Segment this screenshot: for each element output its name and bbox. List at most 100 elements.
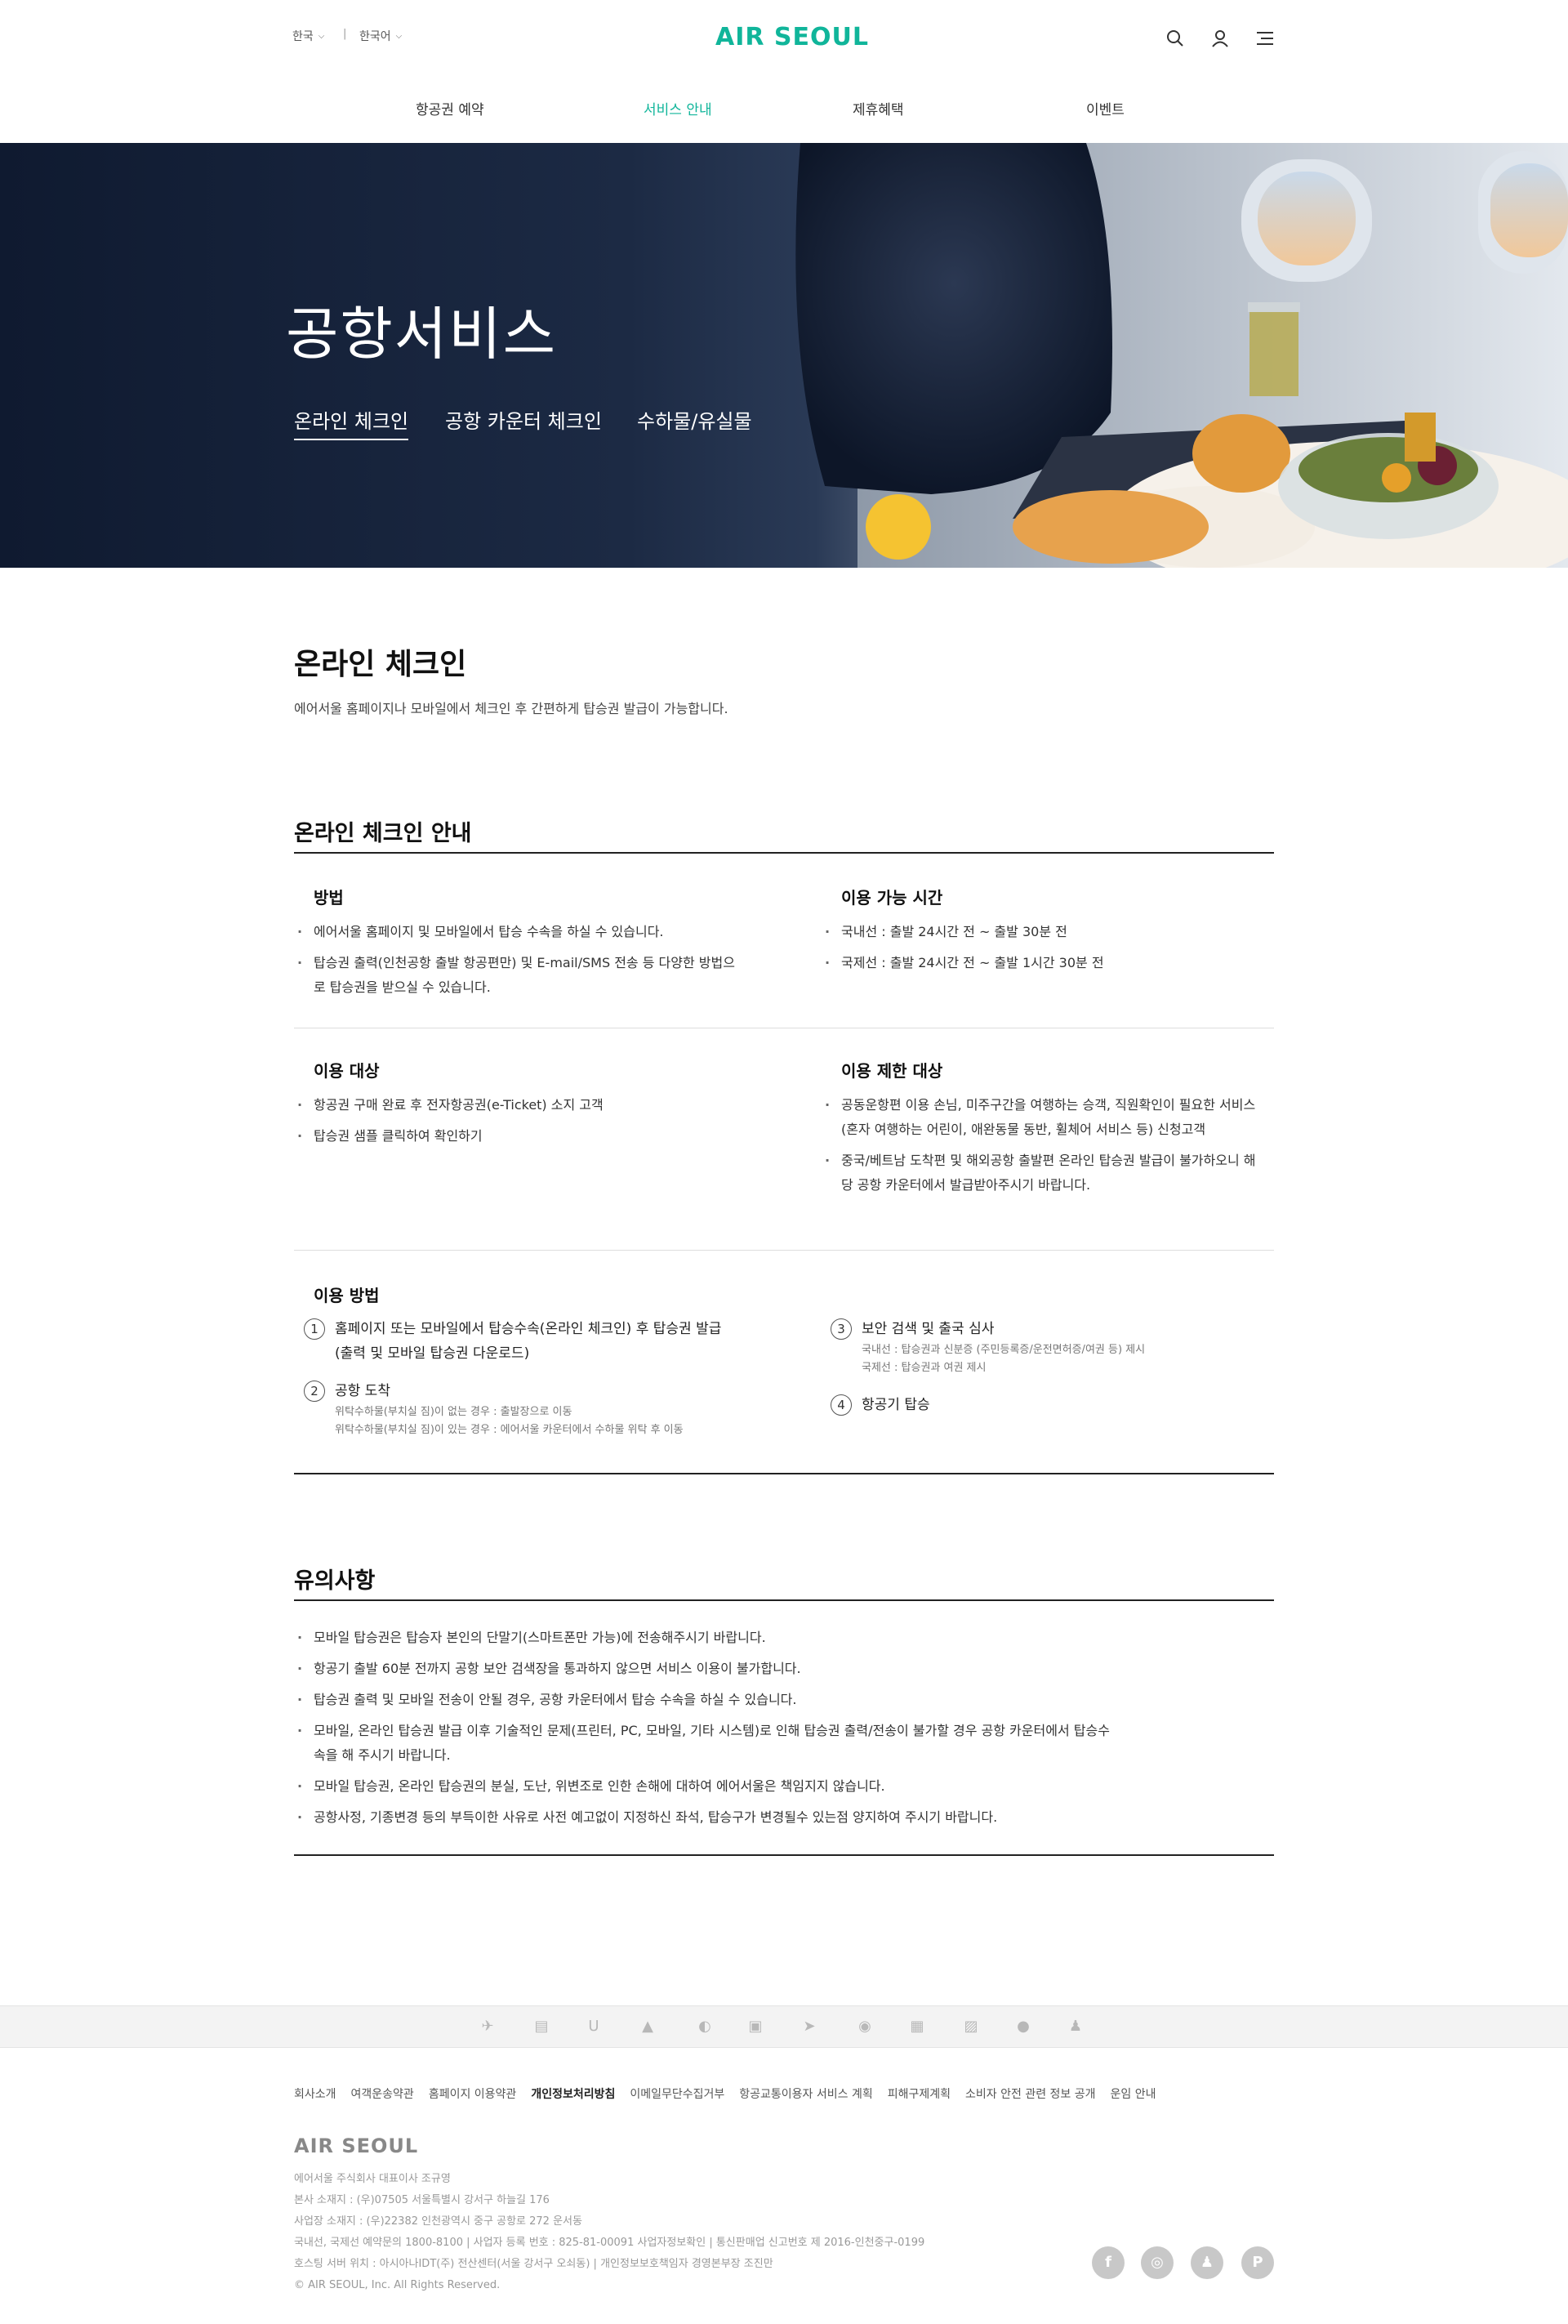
eye-icon[interactable]: ◉ bbox=[856, 2018, 874, 2036]
time-title: 이용 가능 시간 bbox=[841, 888, 943, 908]
restricted-title: 이용 제한 대상 bbox=[841, 1061, 943, 1081]
person-icon[interactable]: ♟ bbox=[1067, 2018, 1085, 2036]
footer-link[interactable]: 운임 안내 bbox=[1111, 2085, 1156, 2102]
tab-online-checkin[interactable]: 온라인 체크인 bbox=[294, 405, 409, 440]
section-rule bbox=[294, 852, 1274, 854]
hero-image bbox=[795, 143, 1568, 568]
logo[interactable]: AIR SEOUL bbox=[715, 23, 869, 51]
info-line: 본사 소재지 : (우)07505 서울특별시 강서구 하늘길 176 bbox=[294, 2194, 550, 2206]
company-info: 에어서울 주식회사 대표이사 조규영 본사 소재지 : (우)07505 서울특… bbox=[294, 2169, 924, 2296]
step-text: 보안 검색 및 출국 심사 bbox=[862, 1321, 995, 1337]
step-text: 공항 도착 bbox=[335, 1383, 390, 1399]
section-rule bbox=[294, 1473, 1274, 1474]
step-text: 항공기 탑승 bbox=[862, 1397, 930, 1413]
facebook-icon[interactable]: f bbox=[1092, 2246, 1125, 2279]
u-icon[interactable]: U bbox=[585, 2018, 603, 2036]
tab-baggage-lost-items[interactable]: 수하물/유실물 bbox=[637, 405, 752, 434]
nav-service-info[interactable]: 서비스 안내 bbox=[644, 98, 712, 118]
howto-title: 이용 방법 bbox=[314, 1286, 380, 1305]
footer-link[interactable]: 여객운송약관 bbox=[351, 2085, 414, 2102]
step-sub: 위탁수하물(부치실 짐)이 없는 경우 : 출발장으로 이동 bbox=[335, 1406, 572, 1418]
footer-link[interactable]: 소비자 안전 관련 정보 공개 bbox=[965, 2085, 1095, 2102]
step-4: 4 항공기 탑승 bbox=[831, 1393, 1272, 1417]
step-sub: 국제선 : 탑승권과 여권 제시 bbox=[862, 1362, 987, 1374]
boarding-pass-sample-link[interactable]: 탑승권 샘플 클릭하여 확인하기 bbox=[296, 1124, 737, 1149]
region-label: 한국 bbox=[292, 30, 314, 43]
info-line: 호스팅 서버 위치 : 아시아나IDT(주) 전산센터(서울 강서구 오쇠동) … bbox=[294, 2258, 773, 2270]
list-item: 에어서울 홈페이지 및 모바일에서 탑승 수속을 하실 수 있습니다. bbox=[296, 920, 737, 944]
search-icon[interactable] bbox=[1165, 28, 1186, 49]
method-list: 에어서울 홈페이지 및 모바일에서 탑승 수속을 하실 수 있습니다. 탑승권 … bbox=[296, 920, 737, 1006]
list-item: 공동운항편 이용 손님, 미주구간을 여행하는 승객, 직원확인이 필요한 서비… bbox=[823, 1093, 1264, 1142]
time-list: 국내선 : 출발 24시간 전 ~ 출발 30분 전 국제선 : 출발 24시간… bbox=[823, 920, 1264, 982]
section-rule bbox=[294, 1854, 1274, 1856]
sport-icon[interactable]: ● bbox=[1014, 2018, 1032, 2036]
bus-icon[interactable]: ▤ bbox=[532, 2018, 550, 2036]
footer-link[interactable]: 항공교통이용자 서비스 계획 bbox=[739, 2085, 872, 2102]
language-label: 한국어 bbox=[359, 30, 391, 43]
step-number: 2 bbox=[304, 1381, 325, 1402]
list-item: 중국/베트남 도착편 및 해외공항 출발편 온라인 탑승권 발급이 불가하오니 … bbox=[823, 1149, 1264, 1198]
list-item: 모바일 탑승권, 온라인 탑승권의 분실, 도난, 위변조로 인한 손해에 대하… bbox=[296, 1774, 1112, 1799]
user-icon[interactable] bbox=[1209, 28, 1231, 49]
instagram-icon[interactable]: ◎ bbox=[1141, 2246, 1174, 2279]
step-number: 4 bbox=[831, 1394, 852, 1416]
divider: | bbox=[343, 28, 347, 40]
bird-icon[interactable]: ➤ bbox=[800, 2018, 818, 2036]
list-item: 모바일, 온라인 탑승권 발급 이후 기술적인 문제(프린터, PC, 모바일,… bbox=[296, 1719, 1112, 1768]
step-text: (출력 및 모바일 탑승권 다운로드) bbox=[335, 1345, 530, 1362]
language-selector[interactable]: 한국어 ⌵ bbox=[359, 28, 402, 44]
plane-icon[interactable]: ✈ bbox=[479, 2018, 497, 2036]
list-item: 국내선 : 출발 24시간 전 ~ 출발 30분 전 bbox=[823, 920, 1264, 944]
step-3: 3 보안 검색 및 출국 심사 국내선 : 탑승권과 신분증 (주민등록증/운전… bbox=[831, 1317, 1272, 1377]
step-number: 3 bbox=[831, 1318, 852, 1340]
screen-icon[interactable]: ▦ bbox=[908, 2018, 926, 2036]
target-title: 이용 대상 bbox=[314, 1061, 380, 1081]
page-title: 온라인 체크인 bbox=[294, 648, 467, 681]
footer-link[interactable]: 이메일무단수집거부 bbox=[630, 2085, 724, 2102]
list-item: 국제선 : 출발 24시간 전 ~ 출발 1시간 30분 전 bbox=[823, 951, 1264, 975]
target-list: 항공권 구매 완료 후 전자항공권(e-Ticket) 소지 고객 탑승권 샘플… bbox=[296, 1093, 737, 1155]
menu-icon[interactable] bbox=[1254, 28, 1276, 49]
tab-airport-counter-checkin[interactable]: 공항 카운터 체크인 bbox=[445, 405, 602, 434]
step-number: 1 bbox=[304, 1318, 325, 1340]
chevron-down-icon: ⌵ bbox=[318, 31, 325, 41]
chat-icon[interactable]: ◐ bbox=[696, 2018, 714, 2036]
post-icon[interactable]: P bbox=[1241, 2246, 1274, 2279]
quick-service-bar: ✈ ▤ U ▲ ◐ ▣ ➤ ◉ ▦ ▨ ● ♟ bbox=[0, 2005, 1568, 2048]
footer-link[interactable]: 회사소개 bbox=[294, 2085, 336, 2102]
info-line: 사업장 소재지 : (우)22382 인천광역시 중구 공항로 272 운서동 bbox=[294, 2215, 582, 2228]
restricted-list: 공동운항편 이용 손님, 미주구간을 여행하는 승객, 직원확인이 필요한 서비… bbox=[823, 1093, 1264, 1204]
guide-title: 온라인 체크인 안내 bbox=[294, 821, 472, 846]
image-icon[interactable]: ▨ bbox=[962, 2018, 980, 2036]
info-line: 국내선, 국제선 예약문의 1800-8100 | 사업자 등록 번호 : 82… bbox=[294, 2237, 925, 2249]
divider bbox=[294, 1250, 1274, 1251]
building-icon[interactable]: ▲ bbox=[639, 2018, 657, 2036]
list-item: 탑승권 출력 및 모바일 전송이 안될 경우, 공항 카운터에서 탑승 수속을 … bbox=[296, 1688, 1112, 1712]
chevron-down-icon: ⌵ bbox=[395, 31, 403, 41]
step-sub: 위탁수하물(부치실 짐)이 있는 경우 : 에어서울 카운터에서 수하물 위탁 … bbox=[335, 1424, 684, 1436]
footer-link-privacy[interactable]: 개인정보처리방침 bbox=[531, 2085, 615, 2102]
nav-flight-booking[interactable]: 항공권 예약 bbox=[416, 98, 484, 118]
kakao-story-icon[interactable]: ♟ bbox=[1191, 2246, 1223, 2279]
list-item: 모바일 탑승권은 탑승자 본인의 단말기(스마트폰만 가능)에 전송해주시기 바… bbox=[296, 1626, 1112, 1650]
section-rule bbox=[294, 1599, 1274, 1601]
page-lead: 에어서울 홈페이지나 모바일에서 체크인 후 간편하게 탑승권 발급이 가능합니… bbox=[294, 701, 728, 716]
list-item: 항공기 출발 60분 전까지 공항 보안 검색장을 통과하지 않으면 서비스 이… bbox=[296, 1657, 1112, 1681]
monitor-icon[interactable]: ▣ bbox=[746, 2018, 764, 2036]
notice-list: 모바일 탑승권은 탑승자 본인의 단말기(스마트폰만 가능)에 전송해주시기 바… bbox=[296, 1626, 1112, 1836]
nav-events[interactable]: 이벤트 bbox=[1086, 98, 1125, 118]
list-item: 탑승권 출력(인천공항 출발 항공편만) 및 E-mail/SMS 전송 등 다… bbox=[296, 951, 737, 1000]
step-2: 2 공항 도착 위탁수하물(부치실 짐)이 없는 경우 : 출발장으로 이동 위… bbox=[304, 1379, 761, 1439]
nav-partner-benefits[interactable]: 제휴혜택 bbox=[853, 98, 904, 118]
footer-logo: AIR SEOUL bbox=[294, 2134, 419, 2157]
info-line: © AIR SEOUL, Inc. All Rights Reserved. bbox=[294, 2279, 501, 2291]
footer-link[interactable]: 홈페이지 이용약관 bbox=[429, 2085, 517, 2102]
info-line: 에어서울 주식회사 대표이사 조규영 bbox=[294, 2173, 451, 2185]
step-1: 1 홈페이지 또는 모바일에서 탑승수속(온라인 체크인) 후 탑승권 발급 (… bbox=[304, 1317, 761, 1366]
region-selector[interactable]: 한국 ⌵ bbox=[292, 28, 324, 44]
footer-link[interactable]: 피해구제계획 bbox=[888, 2085, 951, 2102]
footer-links: 회사소개 여객운송약관 홈페이지 이용약관 개인정보처리방침 이메일무단수집거부… bbox=[294, 2085, 1156, 2102]
notice-title: 유의사항 bbox=[294, 1568, 376, 1594]
list-item: 공항사정, 기종변경 등의 부득이한 사유로 사전 예고없이 지정하신 좌석, … bbox=[296, 1805, 1112, 1830]
